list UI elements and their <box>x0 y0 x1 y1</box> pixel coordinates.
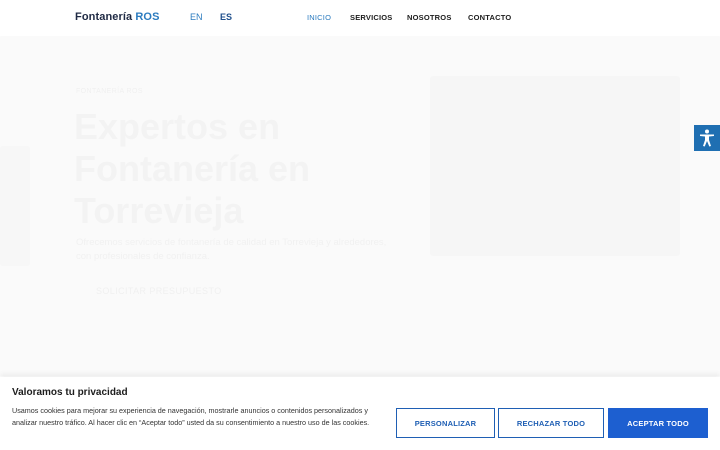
language-en-link[interactable]: EN <box>190 12 203 22</box>
cookie-text: Usamos cookies para mejorar su experienc… <box>12 406 370 427</box>
language-es-link[interactable]: ES <box>220 12 232 22</box>
hero-image-detail <box>0 146 30 266</box>
accessibility-icon <box>700 129 714 147</box>
nav-item-contacto[interactable]: CONTACTO <box>468 13 511 22</box>
accessibility-button[interactable] <box>694 125 720 151</box>
cookie-banner: Valoramos tu privacidad Usamos cookies p… <box>0 377 720 450</box>
nav-item-servicios[interactable]: SERVICIOS <box>350 13 393 22</box>
nav-item-inicio[interactable]: INICIO <box>307 13 331 22</box>
reject-all-button[interactable]: RECHAZAR TODO <box>498 408 604 438</box>
hero-eyebrow: FONTANERÍA ROS <box>76 88 143 95</box>
hero-title: Expertos en Fontanería en Torrevieja <box>74 106 311 231</box>
nav-item-nosotros[interactable]: NOSOTROS <box>407 13 452 22</box>
hero-image-area <box>430 76 680 256</box>
hero-section: FONTANERÍA ROS Expertos en Fontanería en… <box>0 36 720 376</box>
accept-all-button[interactable]: ACEPTAR TODO <box>608 408 708 438</box>
customize-button[interactable]: PERSONALIZAR <box>396 408 495 438</box>
cookie-title: Valoramos tu privacidad <box>12 387 128 398</box>
logo-accent: ROS <box>135 11 160 23</box>
site-logo[interactable]: Fontanería ROS <box>75 11 160 23</box>
hero-cta-button[interactable]: SOLICITAR PRESUPUESTO <box>96 286 222 296</box>
logo-text: Fontanería <box>75 11 133 23</box>
hero-description: Ofrecemos servicios de fontanería de cal… <box>76 237 387 262</box>
site-header: Fontanería ROS EN ES INICIO SERVICIOS NO… <box>0 0 720 36</box>
